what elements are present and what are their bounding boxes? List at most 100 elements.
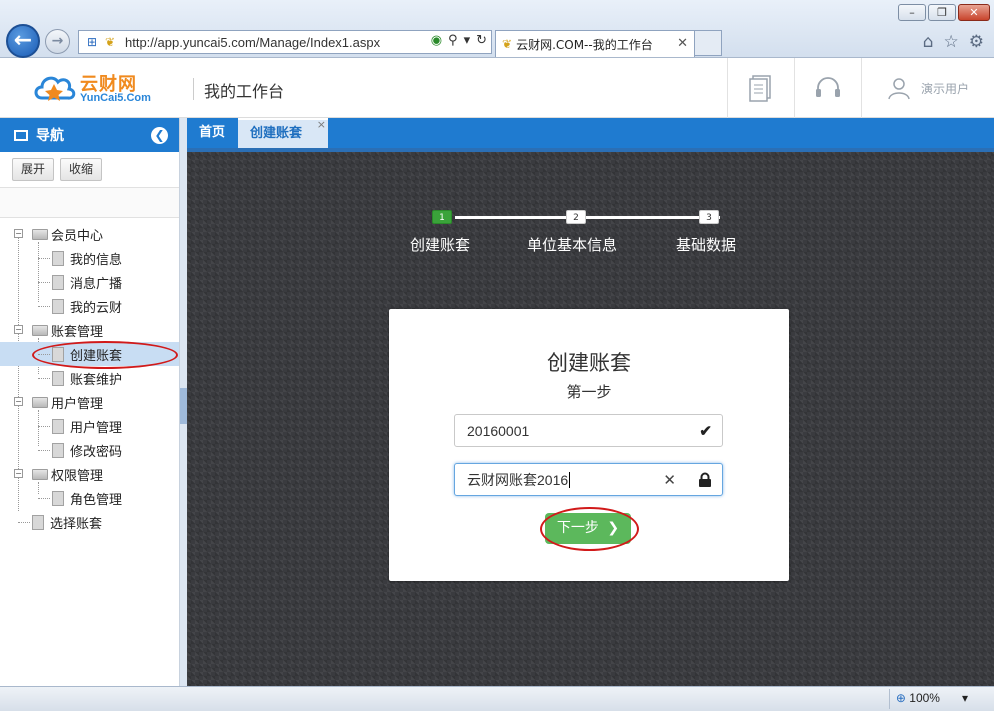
tree-item-label: 修改密码 (70, 444, 123, 460)
maximize-icon[interactable]: ❐ (928, 4, 956, 21)
url-text[interactable]: http://app.yuncai5.com/Manage/Index1.asp… (125, 35, 380, 50)
browser-chrome: – ❐ ✕ ← → ⊞ ❦ http://app.yuncai5.com/Man… (0, 0, 994, 58)
tree-item-user-management[interactable]: 用户管理 (0, 414, 179, 438)
collapse-sidebar-icon[interactable]: ❮ (151, 127, 168, 144)
browser-status-bar: ⊕ 100% ▾ (0, 686, 994, 711)
tree-item-broadcast[interactable]: 消息广播 (0, 270, 179, 294)
nav-tree: − 会员中心 我的信息 消息广播 我的云财 − 账套管理 创建账套 账套维护 −… (0, 218, 179, 534)
zoom-level: 100% (909, 691, 940, 705)
search-icon[interactable]: ⚲ (448, 33, 458, 48)
account-code-field[interactable]: 20160001 ✔ (454, 414, 723, 447)
account-code-value: 20160001 (467, 422, 530, 439)
clear-icon[interactable]: ✕ (663, 471, 676, 489)
nav-icon (14, 129, 28, 141)
account-name-value: 云财网账套2016 (467, 471, 569, 488)
expand-all-button[interactable]: 展开 (12, 158, 55, 181)
tree-item-role-management[interactable]: 角色管理 (0, 486, 179, 510)
sidebar-filter-area (0, 188, 179, 218)
file-icon (52, 250, 64, 266)
user-menu[interactable]: 演示用户 (861, 58, 994, 118)
tree-item-my-yuncai[interactable]: 我的云财 (0, 294, 179, 318)
close-tab-icon[interactable]: ✕ (677, 36, 688, 51)
tree-item-label: 账套维护 (70, 372, 123, 388)
tree-item-label: 用户管理 (70, 420, 123, 436)
close-tab-icon[interactable]: × (317, 118, 326, 132)
sidebar-title: 导航 (36, 128, 64, 144)
page-title: 我的工作台 (204, 82, 285, 101)
step-1-label: 创建账套 (410, 236, 471, 254)
card-title: 创建账套 (547, 351, 631, 375)
lock-icon (699, 472, 711, 487)
file-icon (52, 418, 64, 434)
step-progress-line (455, 216, 720, 219)
annotation-ring (540, 507, 639, 551)
header-divider (193, 78, 194, 100)
settings-gear-icon[interactable]: ⚙ (969, 32, 984, 52)
user-avatar-icon (888, 78, 910, 100)
address-bar[interactable]: ⊞ ❦ http://app.yuncai5.com/Manage/Index1… (78, 30, 492, 54)
tree-node-account-mgmt[interactable]: − 账套管理 (0, 318, 179, 342)
close-window-icon[interactable]: ✕ (958, 4, 990, 21)
tree-node-label: 权限管理 (51, 468, 104, 484)
logo-text-en: YunCai5.Com (80, 92, 151, 104)
browser-tab[interactable]: ❦ 云财网.COM--我的工作台 ✕ (495, 30, 695, 57)
collapse-node-icon[interactable]: − (14, 229, 23, 238)
minimize-icon[interactable]: – (898, 4, 926, 21)
collapse-all-button[interactable]: 收缩 (60, 158, 103, 181)
file-icon (52, 370, 64, 386)
account-name-field[interactable]: 云财网账套2016 ✕ (454, 463, 723, 496)
collapse-node-icon[interactable]: − (14, 325, 23, 334)
collapse-node-icon[interactable]: − (14, 469, 23, 478)
file-icon (32, 514, 44, 530)
tree-item-select-account[interactable]: 选择账套 (0, 510, 179, 534)
documents-button[interactable] (727, 58, 794, 118)
tree-node-member-center[interactable]: − 会员中心 (0, 222, 179, 246)
security-icon: ⊞ (86, 35, 98, 49)
favorites-star-icon[interactable]: ☆ (944, 32, 959, 52)
content-area: 1 2 3 创建账套 单位基本信息 基础数据 创建账套 第一步 20160001… (187, 148, 994, 686)
file-icon (52, 442, 64, 458)
compat-icon[interactable]: ◉ (431, 33, 442, 48)
back-button[interactable]: ← (6, 24, 40, 58)
logo[interactable]: 云财网 YunCai5.Com (32, 68, 172, 110)
tree-item-account-maintenance[interactable]: 账套维护 (0, 366, 179, 390)
zoom-dropdown-icon[interactable]: ▾ (962, 691, 968, 705)
headset-icon (816, 77, 840, 97)
content-tabbar: 首页 创建账套 × (187, 118, 994, 148)
sidebar: 导航 ❮ 展开 收缩 − 会员中心 我的信息 消息广播 我的云财 − 账套管理 … (0, 118, 180, 686)
document-icon (749, 75, 771, 102)
step-2-marker[interactable]: 2 (566, 210, 586, 224)
zoom-control[interactable]: ⊕ 100% ▾ (896, 691, 968, 705)
tree-item-label: 角色管理 (70, 492, 123, 508)
tab-create-account[interactable]: 创建账套 × (238, 118, 328, 148)
collapse-node-icon[interactable]: − (14, 397, 23, 406)
zoom-icon: ⊕ (895, 691, 906, 705)
app-header: 云财网 YunCai5.Com 我的工作台 演示用户 (0, 58, 994, 118)
tree-node-permission-mgmt[interactable]: − 权限管理 (0, 462, 179, 486)
tree-node-label: 用户管理 (51, 396, 104, 412)
tree-item-label: 我的云财 (70, 300, 123, 316)
text-caret (569, 471, 571, 488)
tree-item-label: 选择账套 (50, 516, 103, 532)
step-1-marker[interactable]: 1 (432, 210, 452, 224)
tree-node-user-mgmt[interactable]: − 用户管理 (0, 390, 179, 414)
tab-favicon: ❦ (502, 37, 513, 51)
checkmark-icon: ✔ (699, 423, 712, 440)
tree-item-label: 消息广播 (70, 276, 123, 292)
support-button[interactable] (794, 58, 861, 118)
file-icon (52, 490, 64, 506)
refresh-icon[interactable]: ↻ (476, 33, 487, 48)
sidebar-resize-handle[interactable] (180, 388, 187, 424)
tree-node-label: 会员中心 (51, 228, 104, 244)
dropdown-icon[interactable]: ▾ (464, 33, 471, 48)
forward-button[interactable]: → (45, 29, 70, 54)
new-tab-button[interactable] (695, 30, 722, 56)
tree-item-change-password[interactable]: 修改密码 (0, 438, 179, 462)
home-icon[interactable]: ⌂ (923, 32, 934, 52)
tab-title: 云财网.COM--我的工作台 (516, 37, 653, 52)
card-subtitle: 第一步 (566, 383, 612, 401)
tab-home[interactable]: 首页 (187, 118, 237, 148)
tree-item-my-info[interactable]: 我的信息 (0, 246, 179, 270)
step-3-marker[interactable]: 3 (699, 210, 719, 224)
sidebar-header: 导航 ❮ (0, 118, 179, 152)
